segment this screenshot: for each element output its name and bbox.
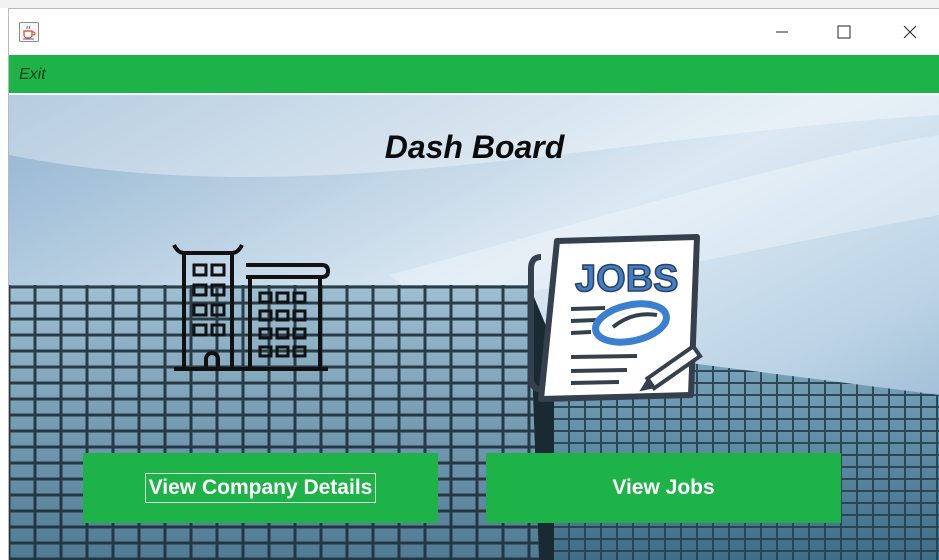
maximize-icon	[837, 25, 851, 39]
office-buildings-icon	[172, 244, 330, 371]
dashboard-title: Dash Board	[384, 129, 565, 165]
close-icon	[903, 25, 917, 39]
background-strip	[0, 0, 939, 8]
menu-exit[interactable]: Exit	[19, 66, 46, 84]
app-window: Exit Dash Board JOBS View Company Detail…	[8, 8, 939, 560]
view-jobs-button[interactable]: View Jobs	[486, 453, 841, 523]
minimize-icon	[776, 31, 788, 33]
title-bar[interactable]	[9, 9, 939, 55]
jobs-newspaper-icon: JOBS	[528, 234, 703, 402]
java-cup-icon	[19, 22, 39, 42]
maximize-button[interactable]	[821, 9, 867, 55]
jobs-icon-text: JOBS	[575, 258, 678, 300]
view-company-details-label: View Company Details	[144, 473, 377, 503]
close-button[interactable]	[887, 9, 933, 55]
view-company-details-button[interactable]: View Company Details	[83, 453, 438, 523]
menu-bar: Exit	[9, 55, 939, 93]
dashboard-panel: Dash Board JOBS View Company Details Vie…	[9, 95, 939, 560]
view-jobs-label: View Jobs	[612, 476, 715, 499]
minimize-button[interactable]	[759, 9, 805, 55]
